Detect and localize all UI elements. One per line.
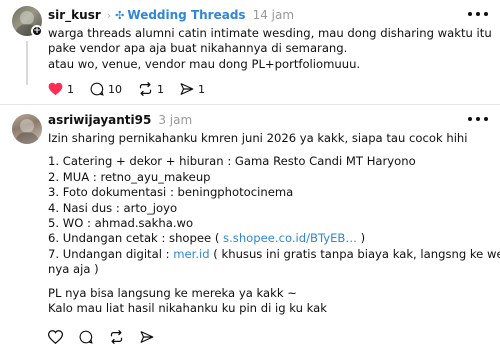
action-bar [48, 330, 170, 344]
list-item: 1. Catering + dekor + hiburan : Gama Res… [48, 154, 416, 169]
list-item-continued: nya aja ) [48, 262, 99, 277]
shopee-link[interactable]: s.shopee.co.id/BTyEB… [223, 231, 357, 245]
post-text: warga threads alumni catin intimate wesd… [48, 26, 492, 72]
repost-button[interactable]: 1 [138, 82, 164, 96]
repost-button[interactable] [109, 330, 124, 344]
item-text: ) [356, 231, 366, 246]
post-text: Izin sharing pernikahanku kmren juni 202… [48, 131, 500, 316]
thread-post: + sir_kusr › ✣ Wedding Threads 14 jam wa… [0, 0, 500, 104]
heart-icon [48, 82, 63, 96]
thread-connector-line [26, 41, 28, 85]
plus-icon[interactable]: + [31, 25, 43, 37]
avatar[interactable] [12, 114, 42, 144]
item-text: 6. Undangan cetak : shopee ( [48, 231, 224, 246]
post-outro-line: Kalo mau liat hasil nikahanku ku pin di … [48, 301, 327, 316]
action-bar: 1 10 1 1 [48, 82, 221, 96]
list-item: 2. MUA : retno_ayu_makeup [48, 169, 211, 184]
list-item: 7. Undangan digital : mer.id ( khusus in… [48, 246, 500, 262]
heart-icon [48, 330, 63, 344]
share-icon [140, 331, 154, 343]
repost-icon [139, 82, 152, 96]
comment-icon [90, 82, 104, 96]
share-button[interactable] [140, 330, 154, 344]
like-button[interactable] [48, 330, 63, 344]
more-icon[interactable] [468, 7, 488, 21]
reply-count: 10 [108, 82, 122, 96]
repost-icon [110, 330, 123, 344]
list-item: 6. Undangan cetak : shopee ( s.shopee.co… [48, 231, 490, 246]
timestamp: 14 jam [252, 8, 295, 22]
share-icon [180, 83, 194, 95]
share-count: 1 [198, 82, 205, 96]
separator-icon: › [106, 8, 112, 22]
merid-link[interactable]: mer.id [173, 247, 209, 261]
like-button[interactable]: 1 [48, 82, 74, 96]
comment-icon [79, 330, 93, 344]
like-count: 1 [67, 82, 74, 96]
item-text: ( khusus ini gratis tanpa biaya kak, lan… [209, 246, 500, 261]
list-item: 3. Foto dokumentasi : beningphotocinema [48, 185, 294, 200]
post-text-line: pake vendor apa aja buat nikahannya di s… [48, 41, 348, 56]
reply-button[interactable]: 10 [90, 82, 122, 96]
post-text-line: atau wo, venue, vendor mau dong PL+portf… [48, 56, 361, 71]
list-item: 4. Nasi dus : arto_joyo [48, 200, 178, 215]
post-header: asriwijayanti95 3 jam [48, 111, 192, 129]
reply-button[interactable] [79, 330, 93, 344]
repost-count: 1 [157, 82, 164, 96]
topic-icon: ✣ [115, 8, 125, 22]
more-icon[interactable] [468, 112, 488, 126]
topic-tag[interactable]: Wedding Threads [127, 8, 245, 22]
username[interactable]: asriwijayanti95 [48, 113, 151, 127]
username[interactable]: sir_kusr [48, 8, 101, 22]
post-text-line: warga threads alumni catin intimate wesd… [48, 26, 492, 40]
post-header: sir_kusr › ✣ Wedding Threads 14 jam [48, 6, 294, 24]
list-item: 5. WO : ahmad.sakha.wo [48, 216, 194, 231]
post-outro-line: PL nya bisa langsung ke mereka ya kakk ~ [48, 285, 297, 300]
timestamp: 3 jam [158, 113, 193, 127]
post-intro: Izin sharing pernikahanku kmren juni 202… [48, 131, 468, 145]
share-button[interactable]: 1 [180, 82, 205, 96]
item-text: 7. Undangan digital : [48, 246, 174, 261]
